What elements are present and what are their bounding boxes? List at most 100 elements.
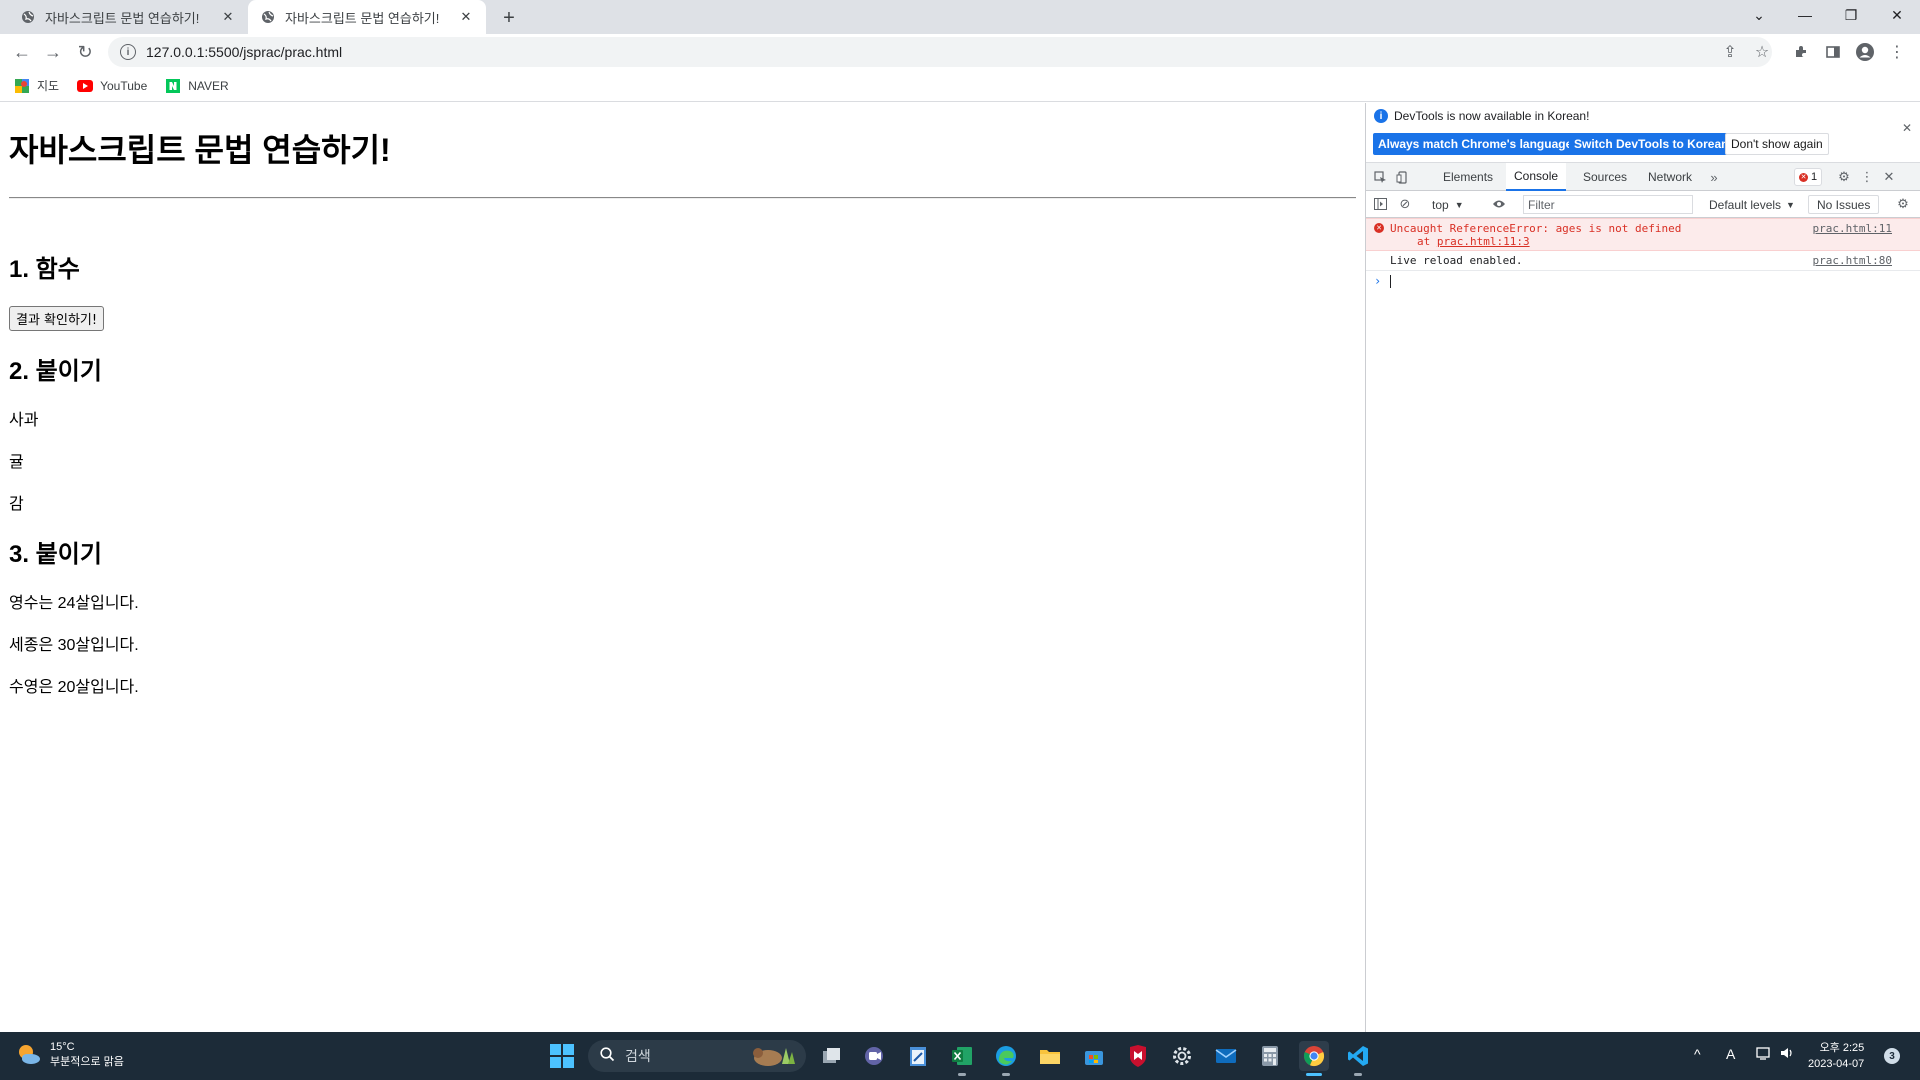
tray-overflow-chevron-icon[interactable]: ^ [1694, 1046, 1701, 1062]
browser-tab-2[interactable]: 자바스크립트 문법 연습하기! ✕ [248, 0, 486, 34]
windows-taskbar: 15°C 부분적으로 맑음 검색 ^ A 오후 2:25 2023-04-07 … [0, 1032, 1920, 1080]
start-button[interactable] [550, 1044, 574, 1068]
device-toolbar-icon[interactable] [1393, 168, 1411, 186]
share-icon[interactable]: ⇪ [1718, 40, 1742, 64]
fruit-item: 귤 [9, 454, 24, 471]
side-panel-icon[interactable] [1821, 40, 1845, 64]
section-2-heading: 2. 붙이기 [9, 358, 102, 385]
tab-network[interactable]: Network [1640, 163, 1700, 191]
log-levels-dropdown[interactable]: Default levels ▼ [1709, 195, 1795, 214]
site-info-icon[interactable]: i [120, 44, 136, 60]
edge-icon[interactable] [991, 1041, 1021, 1076]
forward-icon[interactable]: → [39, 38, 67, 66]
source-link[interactable]: prac.html:80 [1813, 254, 1892, 267]
screen: 자바스크립트 문법 연습하기! ✕ 자바스크립트 문법 연습하기! ✕ + ⌄ … [0, 0, 1920, 1080]
console-toolbar: ⊘ top ▼ Default levels ▼ No Issues ⚙ [1366, 191, 1920, 218]
bookmarks-bar: 지도 YouTube NAVER [0, 70, 1920, 102]
address-bar[interactable]: i 127.0.0.1:5500/jsprac/prac.html [108, 37, 1772, 67]
section-3-heading: 3. 붙이기 [9, 541, 102, 568]
teams-chat-icon[interactable] [859, 1041, 889, 1071]
mcafee-icon[interactable] [1123, 1041, 1153, 1071]
minimize-icon[interactable]: — [1782, 0, 1828, 30]
error-count-badge[interactable]: ✕ 1 [1794, 168, 1823, 186]
live-expression-eye-icon[interactable] [1490, 195, 1508, 213]
reload-icon[interactable]: ↻ [71, 38, 99, 66]
bookmark-youtube[interactable]: YouTube [77, 78, 147, 94]
excel-icon[interactable] [947, 1041, 977, 1076]
notepad-icon[interactable] [903, 1041, 933, 1071]
console-filter-input[interactable] [1523, 195, 1693, 214]
bookmark-star-icon[interactable]: ☆ [1750, 40, 1774, 64]
vscode-icon[interactable] [1343, 1041, 1373, 1076]
tab-elements[interactable]: Elements [1435, 163, 1501, 191]
banner-close-icon[interactable]: ✕ [1902, 121, 1912, 135]
language-banner: i DevTools is now available in Korean! ✕… [1366, 103, 1920, 163]
console-settings-icon[interactable]: ⚙ [1894, 195, 1912, 213]
naver-icon [165, 78, 181, 94]
error-icon: ✕ [1799, 172, 1808, 182]
text-caret [1390, 275, 1391, 288]
always-match-language-button[interactable]: Always match Chrome's language [1373, 133, 1578, 155]
close-window-icon[interactable]: ✕ [1874, 0, 1920, 30]
close-tab-icon[interactable]: ✕ [458, 9, 474, 25]
file-explorer-icon[interactable] [1035, 1041, 1065, 1071]
profile-avatar-icon[interactable] [1853, 40, 1877, 64]
input-method-icon[interactable]: A [1726, 1046, 1735, 1062]
settings-gear-icon[interactable] [1167, 1041, 1197, 1071]
task-view-icon[interactable] [817, 1041, 847, 1071]
weather-description: 부분적으로 맑음 [50, 1056, 124, 1068]
new-tab-button[interactable]: + [497, 6, 521, 30]
notification-badge[interactable]: 3 [1884, 1048, 1900, 1064]
extensions-icon[interactable] [1789, 40, 1813, 64]
tab-title: 자바스크립트 문법 연습하기! [45, 10, 200, 26]
dont-show-again-button[interactable]: Don't show again [1725, 133, 1829, 155]
globe-icon [260, 9, 276, 25]
section-1-heading: 1. 함수 [9, 256, 80, 283]
globe-icon [20, 9, 36, 25]
mail-icon[interactable] [1211, 1041, 1241, 1071]
tab-console[interactable]: Console [1506, 163, 1567, 191]
clock-date: 2023-04-07 [1808, 1058, 1865, 1070]
settings-gear-icon[interactable]: ⚙ [1835, 168, 1853, 186]
clear-console-icon[interactable]: ⊘ [1396, 195, 1414, 213]
error-stack: at prac.html:11:3 [1417, 235, 1530, 248]
issues-button[interactable]: No Issues [1808, 195, 1880, 214]
page-content: 자바스크립트 문법 연습하기! 1. 함수 결과 확인하기! 2. 붙이기 사과… [0, 103, 1365, 1032]
fruit-item: 감 [9, 496, 24, 513]
calculator-icon[interactable] [1255, 1041, 1285, 1071]
url-text: 127.0.0.1:5500/jsprac/prac.html [146, 44, 343, 60]
stack-source-link[interactable]: prac.html:11:3 [1437, 235, 1530, 248]
more-tabs-icon[interactable]: » [1705, 168, 1723, 186]
sidebar-toggle-icon[interactable] [1371, 195, 1389, 213]
restore-icon[interactable]: ❐ [1828, 0, 1874, 30]
context-selector[interactable]: top ▼ [1432, 195, 1464, 214]
inspect-element-icon[interactable] [1371, 168, 1389, 186]
devtools-menu-icon[interactable]: ⋮ [1858, 168, 1876, 186]
bookmark-maps[interactable]: 지도 [14, 77, 59, 94]
weather-widget[interactable]: 15°C 부분적으로 맑음 [16, 1040, 124, 1070]
volume-icon[interactable] [1780, 1046, 1794, 1063]
menu-kebab-icon[interactable]: ⋮ [1885, 40, 1909, 64]
browser-tab-1[interactable]: 자바스크립트 문법 연습하기! ✕ [8, 0, 248, 34]
taskbar-clock[interactable]: 오후 2:25 2023-04-07 [1808, 1040, 1864, 1072]
browser-toolbar: ← → ↻ i 127.0.0.1:5500/jsprac/prac.html … [0, 34, 1920, 70]
dropdown-arrow-icon: ▼ [1786, 199, 1795, 210]
taskbar-search-box[interactable]: 검색 [588, 1040, 806, 1072]
switch-to-korean-button[interactable]: Switch DevTools to Korean [1569, 133, 1734, 155]
source-link[interactable]: prac.html:11 [1813, 222, 1892, 235]
microsoft-store-icon[interactable] [1079, 1041, 1109, 1071]
bookmark-naver[interactable]: NAVER [165, 78, 229, 94]
weather-temperature: 15°C [50, 1041, 75, 1053]
check-result-button[interactable]: 결과 확인하기! [9, 306, 105, 331]
close-tab-icon[interactable]: ✕ [220, 9, 236, 25]
tab-sources[interactable]: Sources [1575, 163, 1635, 191]
back-icon[interactable]: ← [8, 38, 36, 66]
youtube-icon [77, 78, 94, 94]
chrome-icon[interactable] [1299, 1041, 1329, 1076]
tab-search-icon[interactable]: ⌄ [1736, 0, 1782, 30]
close-devtools-icon[interactable]: ✕ [1880, 168, 1898, 186]
console-prompt[interactable]: › [1366, 271, 1920, 293]
fruit-item: 사과 [9, 412, 39, 429]
banner-message: i DevTools is now available in Korean! [1374, 109, 1589, 123]
network-icon[interactable] [1756, 1046, 1772, 1063]
